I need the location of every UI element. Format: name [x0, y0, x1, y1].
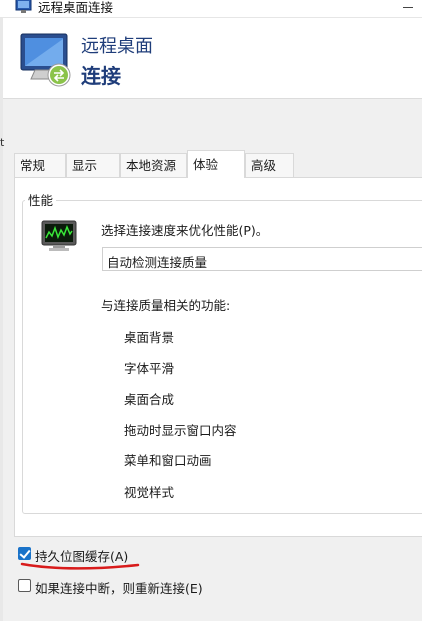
header-banner: 远程桌面 连接 [3, 18, 422, 99]
tab-display[interactable]: 显示 [66, 153, 120, 177]
tab-experience[interactable]: 体验 [187, 150, 245, 178]
feature-item: 视觉样式 [124, 485, 175, 500]
tab-advanced[interactable]: 高级 [245, 153, 294, 177]
stray-text: t [0, 136, 5, 149]
minimize-button[interactable] [394, 0, 422, 17]
experience-panel: 性能 选择连接速度来优化性能(P)。 自动检测连接质量 与连接质量相关的功能: … [14, 177, 422, 537]
tab-local-resources[interactable]: 本地资源 [120, 153, 187, 177]
performance-monitor-icon [41, 220, 77, 251]
remote-desktop-small-icon [15, 0, 32, 13]
window-title: 远程桌面连接 [38, 0, 114, 15]
auto-reconnect-label[interactable]: 如果连接中断，则重新连接(E) [35, 578, 203, 597]
persistent-bitmap-caching-checkbox[interactable] [18, 547, 31, 560]
performance-group-label: 性能 [25, 190, 57, 209]
header-title-line1: 远程桌面 [81, 36, 153, 57]
feature-item: 字体平滑 [124, 361, 175, 376]
red-underline-annotation [20, 562, 140, 570]
auto-reconnect-checkbox[interactable] [18, 579, 31, 592]
window-edge [0, 18, 3, 621]
feature-item: 桌面合成 [124, 392, 175, 407]
connection-speed-prompt: 选择连接速度来优化性能(P)。 [101, 223, 269, 238]
header-title-line2: 连接 [81, 64, 121, 88]
feature-item: 桌面背景 [124, 330, 175, 345]
connection-speed-select[interactable]: 自动检测连接质量 [102, 247, 422, 271]
feature-item: 拖动时显示窗口内容 [124, 423, 237, 438]
feature-item: 菜单和窗口动画 [124, 453, 212, 468]
features-heading: 与连接质量相关的功能: [101, 298, 231, 313]
title-bar: 远程桌面连接 [0, 0, 422, 18]
remote-desktop-icon [20, 33, 71, 87]
tab-general[interactable]: 常规 [14, 153, 66, 177]
connection-speed-value: 自动检测连接质量 [107, 255, 208, 270]
